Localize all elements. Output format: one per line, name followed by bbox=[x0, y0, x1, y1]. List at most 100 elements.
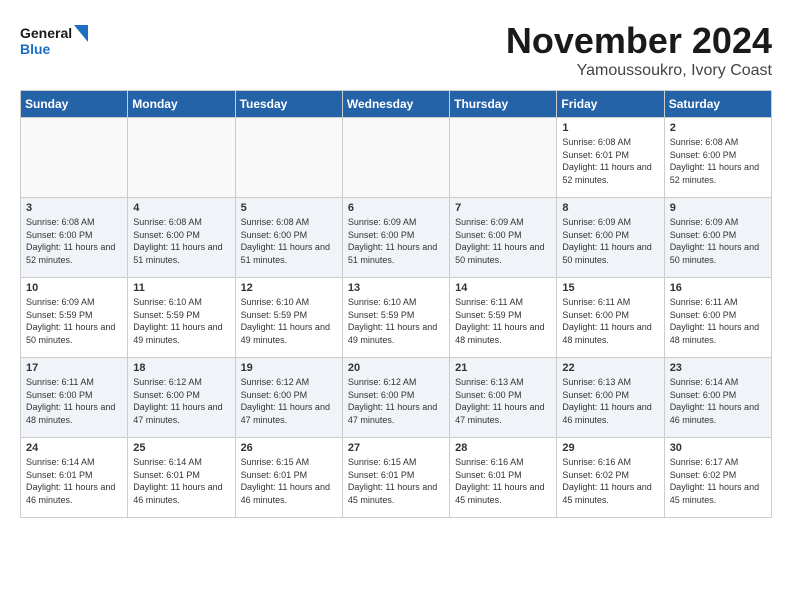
day-info: Sunrise: 6:12 AM Sunset: 6:00 PM Dayligh… bbox=[133, 376, 229, 426]
day-number: 24 bbox=[26, 442, 122, 454]
calendar-cell: 12 Sunrise: 6:10 AM Sunset: 5:59 PM Dayli… bbox=[235, 278, 342, 358]
day-number: 15 bbox=[562, 282, 658, 294]
title-area: November 2024 Yamoussoukro, Ivory Coast bbox=[506, 20, 772, 80]
day-info: Sunrise: 6:17 AM Sunset: 6:02 PM Dayligh… bbox=[670, 456, 766, 506]
calendar-cell: 21 Sunrise: 6:13 AM Sunset: 6:00 PM Dayli… bbox=[450, 358, 557, 438]
day-number: 22 bbox=[562, 362, 658, 374]
day-header-friday: Friday bbox=[557, 91, 664, 118]
day-info: Sunrise: 6:10 AM Sunset: 5:59 PM Dayligh… bbox=[133, 296, 229, 346]
day-number: 2 bbox=[670, 122, 766, 134]
day-number: 28 bbox=[455, 442, 551, 454]
day-info: Sunrise: 6:08 AM Sunset: 6:00 PM Dayligh… bbox=[241, 216, 337, 266]
calendar-cell: 4 Sunrise: 6:08 AM Sunset: 6:00 PM Daylig… bbox=[128, 198, 235, 278]
month-title: November 2024 bbox=[506, 20, 772, 62]
day-header-saturday: Saturday bbox=[664, 91, 771, 118]
day-info: Sunrise: 6:09 AM Sunset: 6:00 PM Dayligh… bbox=[562, 216, 658, 266]
calendar-cell: 11 Sunrise: 6:10 AM Sunset: 5:59 PM Dayli… bbox=[128, 278, 235, 358]
header: GeneralBlue November 2024 Yamoussoukro, … bbox=[20, 20, 772, 80]
day-info: Sunrise: 6:14 AM Sunset: 6:01 PM Dayligh… bbox=[133, 456, 229, 506]
calendar-cell: 26 Sunrise: 6:15 AM Sunset: 6:01 PM Dayli… bbox=[235, 438, 342, 518]
calendar-cell: 17 Sunrise: 6:11 AM Sunset: 6:00 PM Dayli… bbox=[21, 358, 128, 438]
day-info: Sunrise: 6:12 AM Sunset: 6:00 PM Dayligh… bbox=[241, 376, 337, 426]
day-info: Sunrise: 6:11 AM Sunset: 6:00 PM Dayligh… bbox=[562, 296, 658, 346]
calendar-cell: 8 Sunrise: 6:09 AM Sunset: 6:00 PM Daylig… bbox=[557, 198, 664, 278]
calendar-cell: 28 Sunrise: 6:16 AM Sunset: 6:01 PM Dayli… bbox=[450, 438, 557, 518]
calendar-cell: 14 Sunrise: 6:11 AM Sunset: 5:59 PM Dayli… bbox=[450, 278, 557, 358]
calendar-week-row: 24 Sunrise: 6:14 AM Sunset: 6:01 PM Dayli… bbox=[21, 438, 772, 518]
calendar-cell: 1 Sunrise: 6:08 AM Sunset: 6:01 PM Daylig… bbox=[557, 118, 664, 198]
day-number: 23 bbox=[670, 362, 766, 374]
day-header-tuesday: Tuesday bbox=[235, 91, 342, 118]
day-number: 8 bbox=[562, 202, 658, 214]
day-number: 10 bbox=[26, 282, 122, 294]
calendar-cell bbox=[128, 118, 235, 198]
calendar-cell: 9Sunrise: 6:09 AM Sunset: 6:00 PM Daylig… bbox=[664, 198, 771, 278]
calendar-cell: 5 Sunrise: 6:08 AM Sunset: 6:00 PM Daylig… bbox=[235, 198, 342, 278]
calendar-week-row: 17 Sunrise: 6:11 AM Sunset: 6:00 PM Dayli… bbox=[21, 358, 772, 438]
day-number: 14 bbox=[455, 282, 551, 294]
calendar-cell: 18 Sunrise: 6:12 AM Sunset: 6:00 PM Dayli… bbox=[128, 358, 235, 438]
day-number: 16 bbox=[670, 282, 766, 294]
day-number: 17 bbox=[26, 362, 122, 374]
logo-svg: GeneralBlue bbox=[20, 20, 90, 60]
svg-text:General: General bbox=[20, 25, 72, 41]
calendar-cell: 25 Sunrise: 6:14 AM Sunset: 6:01 PM Dayli… bbox=[128, 438, 235, 518]
day-number: 29 bbox=[562, 442, 658, 454]
day-number: 1 bbox=[562, 122, 658, 134]
calendar-table: SundayMondayTuesdayWednesdayThursdayFrid… bbox=[20, 90, 772, 518]
day-info: Sunrise: 6:13 AM Sunset: 6:00 PM Dayligh… bbox=[455, 376, 551, 426]
day-number: 13 bbox=[348, 282, 444, 294]
calendar-cell bbox=[342, 118, 449, 198]
calendar-cell: 7Sunrise: 6:09 AM Sunset: 6:00 PM Daylig… bbox=[450, 198, 557, 278]
calendar-cell: 6 Sunrise: 6:09 AM Sunset: 6:00 PM Daylig… bbox=[342, 198, 449, 278]
day-number: 27 bbox=[348, 442, 444, 454]
day-number: 19 bbox=[241, 362, 337, 374]
day-info: Sunrise: 6:15 AM Sunset: 6:01 PM Dayligh… bbox=[241, 456, 337, 506]
calendar-cell: 20 Sunrise: 6:12 AM Sunset: 6:00 PM Dayli… bbox=[342, 358, 449, 438]
day-info: Sunrise: 6:08 AM Sunset: 6:00 PM Dayligh… bbox=[133, 216, 229, 266]
day-info: Sunrise: 6:12 AM Sunset: 6:00 PM Dayligh… bbox=[348, 376, 444, 426]
day-number: 26 bbox=[241, 442, 337, 454]
calendar-cell bbox=[235, 118, 342, 198]
day-info: Sunrise: 6:09 AM Sunset: 6:00 PM Dayligh… bbox=[348, 216, 444, 266]
day-number: 21 bbox=[455, 362, 551, 374]
day-header-monday: Monday bbox=[128, 91, 235, 118]
calendar-cell bbox=[450, 118, 557, 198]
day-number: 4 bbox=[133, 202, 229, 214]
day-number: 9 bbox=[670, 202, 766, 214]
day-number: 5 bbox=[241, 202, 337, 214]
day-info: Sunrise: 6:14 AM Sunset: 6:00 PM Dayligh… bbox=[670, 376, 766, 426]
day-header-sunday: Sunday bbox=[21, 91, 128, 118]
day-info: Sunrise: 6:14 AM Sunset: 6:01 PM Dayligh… bbox=[26, 456, 122, 506]
day-number: 11 bbox=[133, 282, 229, 294]
calendar-week-row: 10 Sunrise: 6:09 AM Sunset: 5:59 PM Dayli… bbox=[21, 278, 772, 358]
calendar-cell: 13 Sunrise: 6:10 AM Sunset: 5:59 PM Dayli… bbox=[342, 278, 449, 358]
calendar-cell: 22Sunrise: 6:13 AM Sunset: 6:00 PM Dayli… bbox=[557, 358, 664, 438]
day-number: 30 bbox=[670, 442, 766, 454]
day-info: Sunrise: 6:11 AM Sunset: 5:59 PM Dayligh… bbox=[455, 296, 551, 346]
calendar-cell: 27Sunrise: 6:15 AM Sunset: 6:01 PM Dayli… bbox=[342, 438, 449, 518]
calendar-header-row: SundayMondayTuesdayWednesdayThursdayFrid… bbox=[21, 91, 772, 118]
day-info: Sunrise: 6:10 AM Sunset: 5:59 PM Dayligh… bbox=[348, 296, 444, 346]
day-number: 6 bbox=[348, 202, 444, 214]
day-info: Sunrise: 6:16 AM Sunset: 6:02 PM Dayligh… bbox=[562, 456, 658, 506]
day-info: Sunrise: 6:08 AM Sunset: 6:00 PM Dayligh… bbox=[26, 216, 122, 266]
calendar-cell bbox=[21, 118, 128, 198]
calendar-cell: 3Sunrise: 6:08 AM Sunset: 6:00 PM Daylig… bbox=[21, 198, 128, 278]
day-info: Sunrise: 6:16 AM Sunset: 6:01 PM Dayligh… bbox=[455, 456, 551, 506]
calendar-week-row: 3Sunrise: 6:08 AM Sunset: 6:00 PM Daylig… bbox=[21, 198, 772, 278]
day-info: Sunrise: 6:10 AM Sunset: 5:59 PM Dayligh… bbox=[241, 296, 337, 346]
day-number: 25 bbox=[133, 442, 229, 454]
day-info: Sunrise: 6:11 AM Sunset: 6:00 PM Dayligh… bbox=[670, 296, 766, 346]
day-number: 12 bbox=[241, 282, 337, 294]
calendar-cell: 30 Sunrise: 6:17 AM Sunset: 6:02 PM Dayli… bbox=[664, 438, 771, 518]
svg-text:Blue: Blue bbox=[20, 41, 51, 57]
day-info: Sunrise: 6:09 AM Sunset: 5:59 PM Dayligh… bbox=[26, 296, 122, 346]
day-number: 20 bbox=[348, 362, 444, 374]
day-number: 18 bbox=[133, 362, 229, 374]
day-info: Sunrise: 6:11 AM Sunset: 6:00 PM Dayligh… bbox=[26, 376, 122, 426]
calendar-cell: 16 Sunrise: 6:11 AM Sunset: 6:00 PM Dayli… bbox=[664, 278, 771, 358]
day-info: Sunrise: 6:08 AM Sunset: 6:01 PM Dayligh… bbox=[562, 136, 658, 186]
day-number: 7 bbox=[455, 202, 551, 214]
location-subtitle: Yamoussoukro, Ivory Coast bbox=[506, 62, 772, 80]
